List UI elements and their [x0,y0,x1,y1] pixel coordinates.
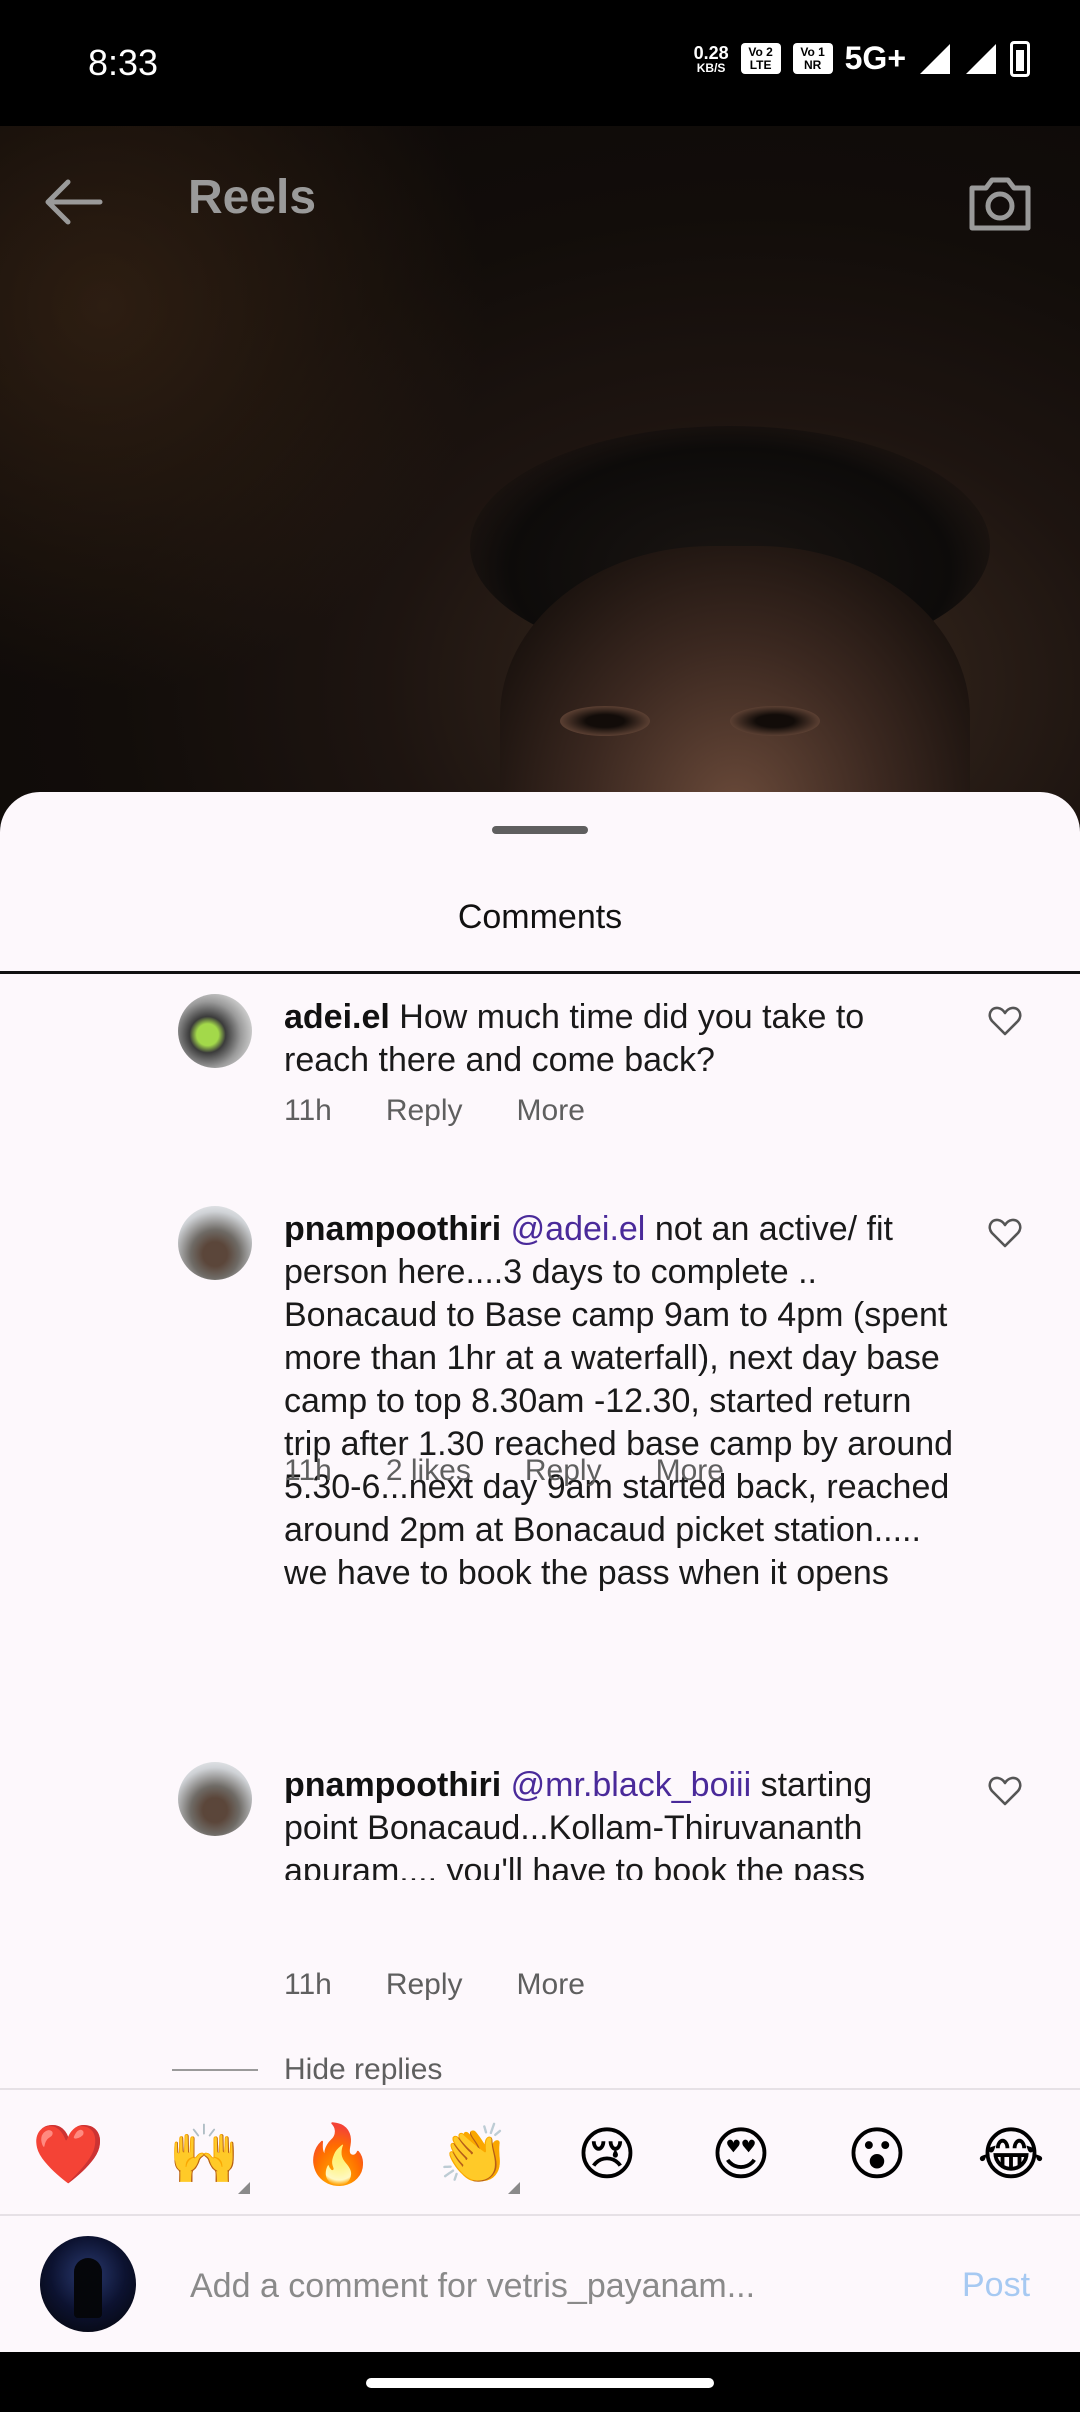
system-nav-bar [0,2352,1080,2412]
like-heart-icon[interactable] [988,1004,1022,1038]
more-button[interactable]: More [517,1094,585,1128]
post-button[interactable]: Post [962,2266,1030,2305]
sheet-title: Comments [457,898,623,936]
network-speed-value: 0.28 [693,42,729,63]
page-title: Reels [188,171,317,224]
reply-button[interactable]: Reply [525,1454,602,1488]
comment-username[interactable]: pnampoothiri [284,1210,501,1248]
comment-meta: 11h Reply More [284,1968,639,2002]
comment-username[interactable]: pnampoothiri [284,1766,501,1804]
video-person-eye-left [560,706,650,736]
comment-meta: 11h Reply More [284,1094,639,1128]
vonr-sim2-icon: Vo 1 NR [792,42,833,75]
reply-button[interactable]: Reply [386,1968,463,2002]
emoji-raising-hands[interactable]: 🙌 [168,2120,250,2194]
comment-time: 11h [284,1454,332,1487]
comment-mention[interactable]: @mr.black_boiii [511,1766,752,1804]
emoji-clapping-glyph: 👏 [438,2122,511,2187]
signal-strength-icon [920,43,950,74]
emoji-heart[interactable]: ❤️ [32,2120,104,2190]
quick-emoji-bar: ❤️ 🙌 🔥 👏 😢 😍 😮 😂 [0,2090,1080,2214]
reply-button[interactable]: Reply [386,1094,463,1128]
comment-mention[interactable]: @adei.el [511,1210,646,1248]
emoji-laughing[interactable]: 😂 [976,2120,1046,2190]
back-arrow-icon[interactable] [40,174,106,230]
comments-list[interactable]: adei.el How much time did you take to re… [0,974,1080,1880]
status-bar: 8:33 0.28 KB/S Vo 2 LTE Vo 1 NR 5G+ [0,0,1080,126]
camera-icon[interactable] [964,166,1036,238]
like-heart-icon[interactable] [988,1216,1022,1250]
emoji-fire[interactable]: 🔥 [302,2120,374,2190]
comment-likes[interactable]: 2 likes [386,1454,471,1488]
hide-replies-label: Hide replies [284,2053,443,2086]
more-button[interactable]: More [656,1454,724,1488]
avatar[interactable] [178,1206,252,1280]
hide-replies-button[interactable]: Hide replies [172,2050,442,2090]
network-speed: 0.28 KB/S [694,44,729,74]
avatar-silhouette [74,2258,102,2318]
comment-body: pnampoothiri @adei.el not an active/ fit… [284,1208,954,1595]
home-gesture-handle[interactable] [366,2378,714,2388]
like-heart-icon[interactable] [988,1774,1022,1808]
thread-line [172,2069,258,2071]
skin-tone-indicator-icon [508,2182,520,2194]
current-user-avatar [40,2236,136,2332]
comments-sheet: Comments adei.el How much time did you t… [0,792,1080,2352]
emoji-clapping[interactable]: 👏 [438,2120,520,2194]
video-person-eye-right [730,706,820,736]
comment-time: 11h [284,1094,332,1127]
emoji-raising-hands-glyph: 🙌 [168,2122,241,2187]
more-button[interactable]: More [517,1968,585,2002]
emoji-crying[interactable]: 😢 [572,2120,642,2190]
sheet-drag-handle[interactable] [492,826,588,834]
emoji-heart-eyes[interactable]: 😍 [706,2120,776,2190]
comment-time: 11h [284,1968,332,2001]
comment-input[interactable] [190,2256,810,2316]
signal-strength-2-icon [966,43,996,74]
battery-icon [1010,40,1030,77]
comment-composer: Post [0,2216,1080,2352]
volte-sim1-icon: Vo 2 LTE [740,42,781,75]
skin-tone-indicator-icon [238,2182,250,2194]
comment-body: adei.el How much time did you take to re… [284,996,954,1082]
emoji-surprised[interactable]: 😮 [842,2120,912,2190]
comment-username[interactable]: adei.el [284,998,390,1036]
comment-meta: 11h 2 likes Reply More [284,1454,778,1488]
network-speed-unit: KB/S [696,60,726,75]
comment-body: pnampoothiri @mr.black_boiii starting po… [284,1764,954,1880]
reels-header: Reels [0,126,1080,276]
status-time: 8:33 [88,42,159,83]
status-icons: 0.28 KB/S Vo 2 LTE Vo 1 NR 5G+ [694,40,1030,77]
network-type: 5G+ [844,40,906,76]
comment-text: not an active/ fit person here....3 days… [284,1210,954,1592]
avatar[interactable] [178,994,252,1068]
avatar[interactable] [178,1762,252,1836]
